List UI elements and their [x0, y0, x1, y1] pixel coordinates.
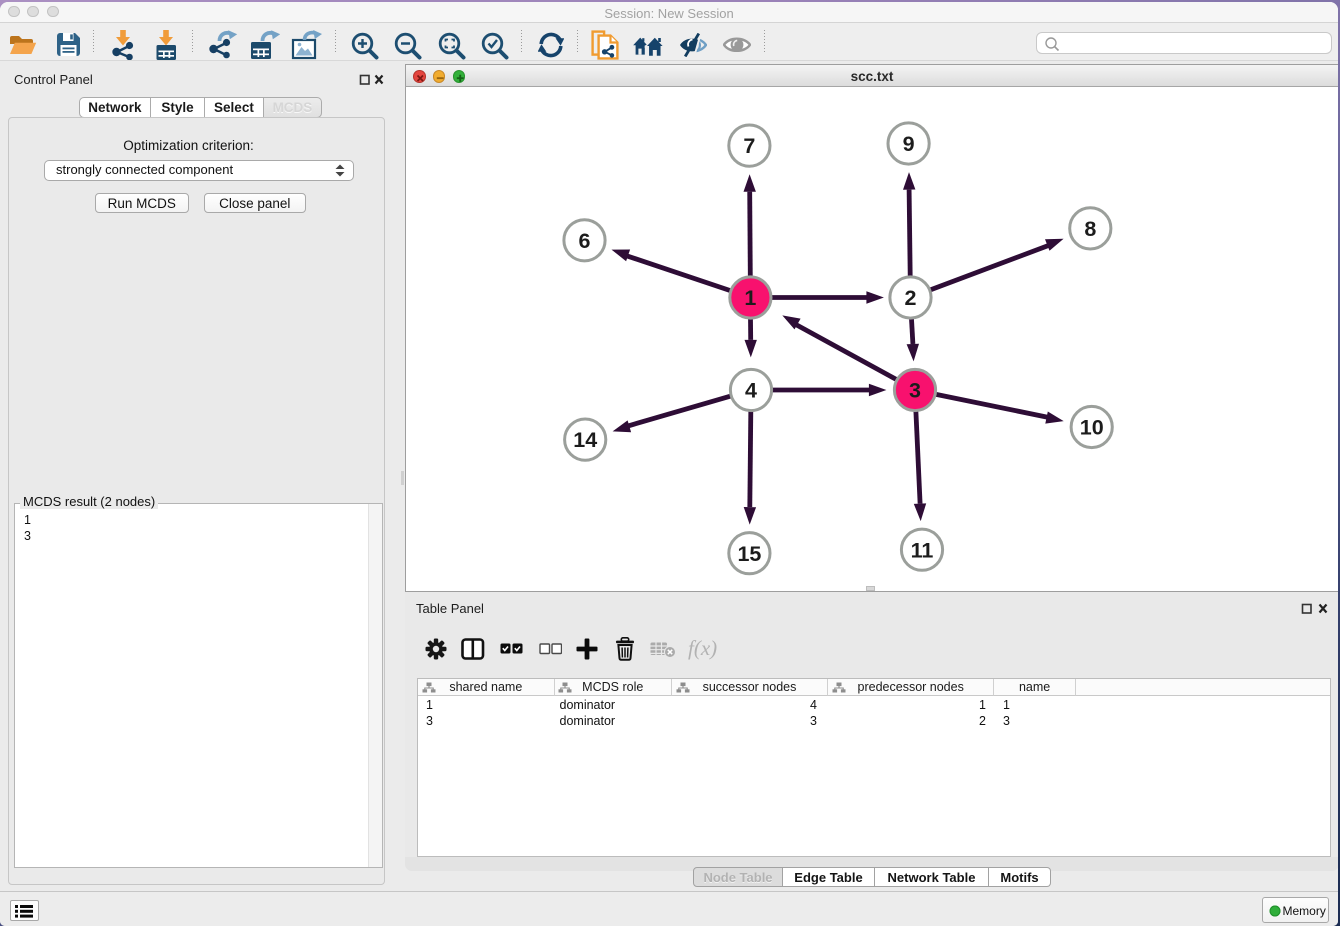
svg-text:14: 14: [573, 428, 597, 452]
svg-text:15: 15: [737, 542, 761, 566]
svg-text:10: 10: [1080, 416, 1104, 440]
svg-text:4: 4: [745, 379, 757, 403]
svg-text:9: 9: [903, 132, 915, 156]
svg-text:1: 1: [744, 286, 756, 310]
svg-text:11: 11: [911, 538, 934, 562]
svg-text:7: 7: [743, 134, 755, 158]
svg-text:6: 6: [579, 229, 591, 253]
svg-text:8: 8: [1084, 217, 1096, 241]
svg-text:3: 3: [909, 379, 921, 403]
svg-text:2: 2: [905, 286, 917, 310]
